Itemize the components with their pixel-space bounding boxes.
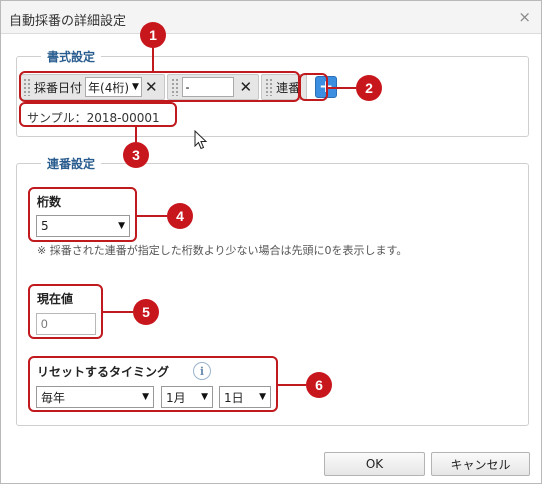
current-value-input[interactable] <box>36 313 96 335</box>
callout-line <box>135 127 137 142</box>
callout-badge-4: 4 <box>167 203 193 229</box>
callout-line <box>328 87 356 89</box>
chevron-down-icon: ▼ <box>142 392 149 402</box>
ok-button[interactable]: OK <box>324 452 425 476</box>
callout-badge-6: 6 <box>306 372 332 398</box>
callout-badge-1: 1 <box>140 22 166 48</box>
sample-preview: サンプル：2018-00001 <box>27 111 160 125</box>
callout-badge-5: 5 <box>133 299 159 325</box>
reset-day-select[interactable]: 1日 ▼ <box>219 386 271 408</box>
remove-token-icon[interactable]: ✕ <box>145 78 158 96</box>
callout-line <box>278 384 306 386</box>
digits-note: ※ 採番された連番が指定した桁数より少ない場合は先頭に0を表示します。 <box>37 244 408 257</box>
cancel-button[interactable]: キャンセル <box>431 452 530 476</box>
chevron-down-icon: ▼ <box>132 82 139 92</box>
digits-label: 桁数 <box>37 195 62 209</box>
drag-grip-icon[interactable] <box>170 78 179 96</box>
mouse-cursor-icon <box>194 130 208 150</box>
chevron-down-icon: ▼ <box>259 392 266 402</box>
info-icon[interactable]: i <box>193 362 211 380</box>
remove-token-icon[interactable]: ✕ <box>240 78 253 96</box>
reset-day-value: 1日 <box>224 390 244 405</box>
format-settings-legend: 書式設定 <box>41 48 102 65</box>
token-date-label: 採番日付 <box>34 80 83 95</box>
chevron-down-icon: ▼ <box>201 392 208 402</box>
dialog-title: 自動採番の詳細設定 <box>9 14 127 29</box>
token-separator[interactable]: ✕ <box>166 74 260 100</box>
current-value-label: 現在値 <box>37 292 74 306</box>
reset-period-select[interactable]: 毎年 ▼ <box>36 386 154 408</box>
token-serial-label: 連番 <box>276 80 301 95</box>
token-date[interactable]: 採番日付 年(4桁) ▼ ✕ <box>19 74 165 100</box>
close-icon[interactable]: × <box>518 8 531 26</box>
reset-period-value: 毎年 <box>41 390 66 405</box>
digits-select[interactable]: 5 ▼ <box>36 215 130 237</box>
reset-month-value: 1月 <box>166 390 186 405</box>
date-format-select[interactable]: 年(4桁) ▼ <box>85 77 142 97</box>
reset-timing-label: リセットするタイミング <box>37 365 170 379</box>
callout-badge-3: 3 <box>123 142 149 168</box>
callout-line <box>103 311 133 313</box>
separator-input[interactable] <box>181 77 234 97</box>
date-format-value: 年(4桁) <box>88 80 130 95</box>
token-serial[interactable]: 連番 <box>261 74 308 100</box>
dialog: 自動採番の詳細設定 × 書式設定 採番日付 年(4桁) ▼ ✕ ✕ 連番 + サ… <box>0 0 542 484</box>
format-token-row: 採番日付 年(4桁) ▼ ✕ ✕ 連番 + <box>19 73 338 101</box>
drag-grip-icon[interactable] <box>265 78 274 96</box>
callout-line <box>152 46 154 71</box>
drag-grip-icon[interactable] <box>23 78 31 96</box>
serial-settings-legend: 連番設定 <box>41 155 102 172</box>
callout-line <box>137 215 167 217</box>
reset-month-select[interactable]: 1月 ▼ <box>161 386 213 408</box>
chevron-down-icon: ▼ <box>118 221 125 231</box>
callout-badge-2: 2 <box>356 75 382 101</box>
title-bar: 自動採番の詳細設定 × <box>1 1 541 34</box>
digits-value: 5 <box>41 219 49 233</box>
